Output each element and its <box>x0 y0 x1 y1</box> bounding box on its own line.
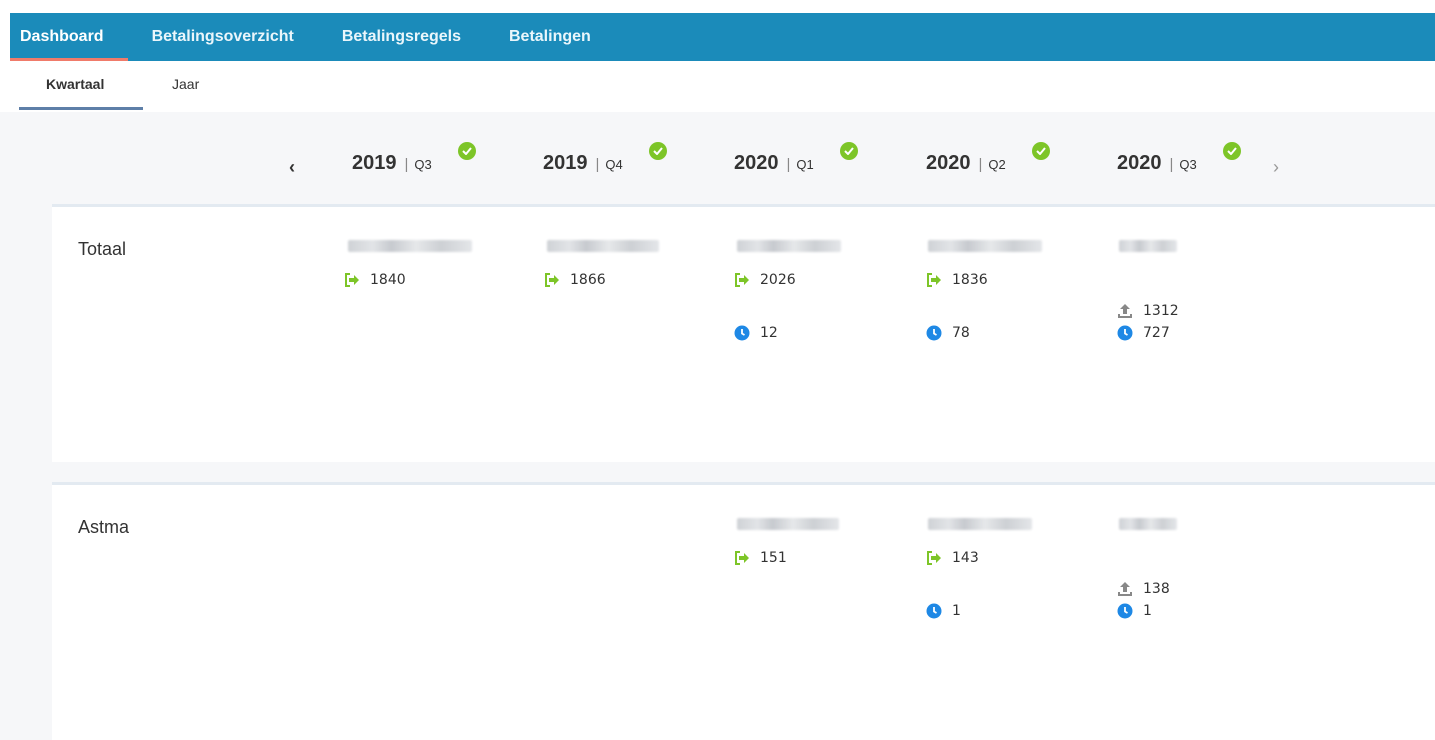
check-circle-icon <box>840 142 858 160</box>
pending-value: 12 <box>760 325 778 341</box>
sign-out-icon <box>926 272 942 288</box>
summary-card-astma: Astma 151 143 1 138 1 <box>52 482 1435 740</box>
sign-out-icon <box>544 272 560 288</box>
active-tab-underline <box>19 107 143 110</box>
sent-value: 143 <box>952 550 979 566</box>
card-title: Totaal <box>78 239 127 259</box>
quarter-separator: | <box>786 156 791 173</box>
tab-dashboard[interactable]: Dashboard <box>10 13 128 61</box>
sent-count: 1836 <box>926 272 988 288</box>
check-circle-icon <box>649 142 667 160</box>
quarter-label: Q2 <box>988 157 1006 172</box>
tab-kwartaal[interactable]: Kwartaal <box>46 76 104 92</box>
upload-count: 138 <box>1117 581 1170 597</box>
blurred-amount <box>348 240 472 252</box>
previous-quarters-button[interactable]: ‹ <box>289 157 295 178</box>
blurred-amount <box>1119 518 1177 530</box>
card-title: Astma <box>78 517 130 537</box>
quarter-separator: | <box>978 156 983 173</box>
tab-betalingen[interactable]: Betalingen <box>485 13 615 61</box>
clock-icon <box>926 325 942 341</box>
blurred-amount <box>928 518 1032 530</box>
sign-out-icon <box>734 550 750 566</box>
quarter-separator: | <box>1169 156 1174 173</box>
tab-betalingsregels[interactable]: Betalingsregels <box>318 13 485 61</box>
quarter-label: Q3 <box>414 157 432 172</box>
top-bar: Dashboard Betalingsoverzicht Betalingsre… <box>0 0 1435 62</box>
sent-value: 1836 <box>952 272 988 288</box>
sign-out-icon <box>926 550 942 566</box>
upload-icon <box>1117 581 1133 597</box>
pending-count: 727 <box>1117 325 1170 341</box>
next-quarters-button[interactable]: › <box>1273 157 1279 178</box>
clock-icon <box>1117 325 1133 341</box>
pending-value: 727 <box>1143 325 1170 341</box>
quarter-2020-q3: 2020 | Q3 <box>1117 142 1241 182</box>
check-circle-icon <box>1223 142 1241 160</box>
dashboard-content: ‹ 2019 | Q3 2019 | Q4 2020 | Q1 2020 | Q… <box>0 112 1435 740</box>
quarter-2020-q1: 2020 | Q1 <box>734 142 858 182</box>
sent-value: 151 <box>760 550 787 566</box>
main-nav: Dashboard Betalingsoverzicht Betalingsre… <box>10 13 1435 61</box>
upload-value: 1312 <box>1143 303 1179 319</box>
pending-count: 12 <box>734 325 778 341</box>
quarter-year: 2020 <box>926 152 971 174</box>
blurred-amount <box>928 240 1042 252</box>
quarter-year: 2020 <box>1117 152 1162 174</box>
pending-count: 1 <box>1117 603 1152 619</box>
upload-count: 1312 <box>1117 303 1179 319</box>
tab-jaar[interactable]: Jaar <box>172 76 199 92</box>
sent-value: 2026 <box>760 272 796 288</box>
clock-icon <box>1117 603 1133 619</box>
sign-out-icon <box>344 272 360 288</box>
sent-count: 151 <box>734 550 787 566</box>
clock-icon <box>734 325 750 341</box>
blurred-amount <box>737 240 841 252</box>
upload-icon <box>1117 303 1133 319</box>
quarter-2019-q4: 2019 | Q4 <box>543 142 667 182</box>
quarter-separator: | <box>595 156 600 173</box>
pending-value: 78 <box>952 325 970 341</box>
quarter-year: 2019 <box>352 152 397 174</box>
period-tabs: Kwartaal Jaar <box>0 62 1435 112</box>
quarter-year: 2020 <box>734 152 779 174</box>
pending-value: 1 <box>1143 603 1152 619</box>
check-circle-icon <box>458 142 476 160</box>
quarter-2020-q2: 2020 | Q2 <box>926 142 1050 182</box>
quarter-2019-q3: 2019 | Q3 <box>352 142 476 182</box>
upload-value: 138 <box>1143 581 1170 597</box>
sent-count: 2026 <box>734 272 796 288</box>
quarter-label: Q4 <box>605 157 623 172</box>
sign-out-icon <box>734 272 750 288</box>
clock-icon <box>926 603 942 619</box>
blurred-amount <box>1119 240 1177 252</box>
summary-card-totaal: Totaal 1840 1866 2026 12 1836 78 1312 72… <box>52 204 1435 462</box>
blurred-amount <box>547 240 659 252</box>
sent-value: 1840 <box>370 272 406 288</box>
blurred-amount <box>737 518 839 530</box>
pending-value: 1 <box>952 603 961 619</box>
quarter-label: Q1 <box>796 157 814 172</box>
quarter-year: 2019 <box>543 152 588 174</box>
check-circle-icon <box>1032 142 1050 160</box>
quarter-label: Q3 <box>1179 157 1197 172</box>
sent-value: 1866 <box>570 272 606 288</box>
tab-betalingsoverzicht[interactable]: Betalingsoverzicht <box>128 13 318 61</box>
sent-count: 143 <box>926 550 979 566</box>
pending-count: 78 <box>926 325 970 341</box>
pending-count: 1 <box>926 603 961 619</box>
quarter-header: ‹ 2019 | Q3 2019 | Q4 2020 | Q1 2020 | Q… <box>0 112 1435 204</box>
sent-count: 1866 <box>544 272 606 288</box>
quarter-separator: | <box>404 156 409 173</box>
sent-count: 1840 <box>344 272 406 288</box>
